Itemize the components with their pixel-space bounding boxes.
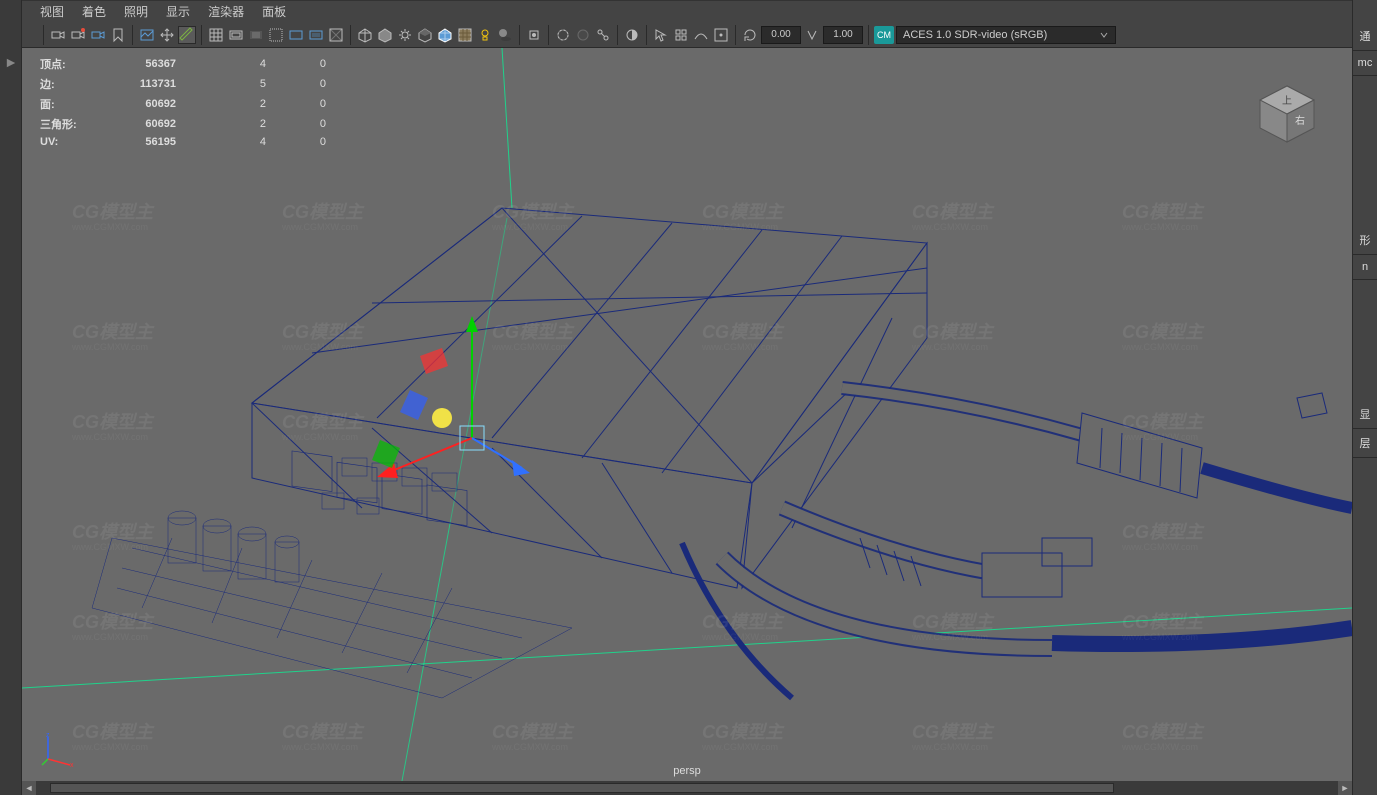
menu-view[interactable]: 视图 — [40, 3, 64, 20]
stat-value: 4 — [176, 134, 266, 150]
left-gutter — [0, 0, 22, 795]
svg-text:上: 上 — [1282, 95, 1292, 107]
isolate-select-icon[interactable] — [525, 26, 543, 44]
stat-value: 0 — [266, 134, 326, 150]
field-chart-icon[interactable] — [267, 26, 285, 44]
stat-value: 0 — [266, 54, 326, 74]
resolution-gate-icon[interactable] — [327, 26, 345, 44]
right-panel: 通 mc 形 n 显 层 — [1352, 0, 1377, 795]
refresh-icon[interactable] — [741, 26, 759, 44]
shape-tab[interactable]: 形 — [1353, 226, 1377, 255]
layer-tab[interactable]: 层 — [1353, 429, 1377, 458]
textured-icon[interactable] — [456, 26, 474, 44]
grid-icon[interactable] — [207, 26, 225, 44]
stat-value: 0 — [266, 114, 326, 134]
horizontal-scrollbar[interactable]: ◄ ► — [22, 781, 1352, 795]
stat-value: 2 — [176, 114, 266, 134]
menu-panels[interactable]: 面板 — [262, 3, 286, 20]
use-lights-icon[interactable] — [476, 26, 494, 44]
stat-label: 顶点: — [40, 54, 96, 74]
svg-text:x: x — [70, 762, 74, 767]
svg-text:右: 右 — [1295, 114, 1305, 127]
snap-point-icon[interactable] — [712, 26, 730, 44]
smooth-shade-icon[interactable] — [376, 26, 394, 44]
image-plane-icon[interactable] — [138, 26, 156, 44]
snap-curve-icon[interactable] — [692, 26, 710, 44]
2d-pan-icon[interactable] — [158, 26, 176, 44]
stat-value: 56195 — [96, 134, 176, 150]
camera-settings-icon[interactable] — [89, 26, 107, 44]
stat-label: 面: — [40, 94, 96, 114]
lock-camera-icon[interactable] — [69, 26, 87, 44]
colorspace-value: ACES 1.0 SDR-video (sRGB) — [903, 29, 1047, 41]
shadows-icon[interactable] — [416, 26, 434, 44]
modeling-tab[interactable]: mc — [1353, 51, 1377, 76]
svg-text:z: z — [46, 732, 50, 739]
scroll-thumb[interactable] — [50, 783, 1114, 793]
stat-value: 2 — [176, 94, 266, 114]
exposure-input[interactable] — [761, 26, 801, 44]
menu-lighting[interactable]: 照明 — [124, 3, 148, 20]
stat-value: 113731 — [96, 74, 176, 94]
wireframe-scene — [22, 48, 1352, 781]
camera-label: persp — [673, 765, 701, 777]
menu-shading[interactable]: 着色 — [82, 3, 106, 20]
channel-tab[interactable]: 通 — [1353, 22, 1377, 51]
color-management-badge[interactable]: CM — [874, 26, 894, 44]
xray-icon[interactable] — [554, 26, 572, 44]
colorspace-dropdown[interactable]: ACES 1.0 SDR-video (sRGB) — [896, 26, 1116, 44]
film-gate-icon[interactable] — [227, 26, 245, 44]
gate-mask-icon[interactable] — [247, 26, 265, 44]
axis-gizmo: z x — [40, 731, 76, 767]
shadows-toggle-icon[interactable] — [496, 26, 514, 44]
xray-joints-icon[interactable] — [594, 26, 612, 44]
viewport[interactable]: 顶点: 56367 4 0 边: 113731 5 0 面: 60692 2 0 三角… — [22, 48, 1352, 781]
display-tab[interactable]: 显 — [1353, 400, 1377, 429]
use-all-lights-icon[interactable] — [396, 26, 414, 44]
poly-count-hud: 顶点: 56367 4 0 边: 113731 5 0 面: 60692 2 0 三角… — [40, 54, 326, 150]
gamma-input[interactable] — [823, 26, 863, 44]
stat-value: 5 — [176, 74, 266, 94]
bookmark-icon[interactable] — [109, 26, 127, 44]
viewport-toolbar: CM ACES 1.0 SDR-video (sRGB) — [0, 22, 1377, 48]
exposure-icon[interactable] — [623, 26, 641, 44]
stat-value: 0 — [266, 74, 326, 94]
select-mode-icon[interactable] — [652, 26, 670, 44]
wireframe-icon[interactable] — [356, 26, 374, 44]
stat-value: 60692 — [96, 94, 176, 114]
select-camera-icon[interactable] — [49, 26, 67, 44]
stat-label: 边: — [40, 74, 96, 94]
viewport-menu-bar: 视图 着色 照明 显示 渲染器 面板 — [0, 0, 1377, 22]
stat-value: 4 — [176, 54, 266, 74]
node-tab[interactable]: n — [1353, 255, 1377, 280]
stat-value: 0 — [266, 94, 326, 114]
stat-value: 60692 — [96, 114, 176, 134]
scroll-left-icon[interactable]: ◄ — [22, 781, 36, 795]
safe-action-icon[interactable] — [287, 26, 305, 44]
stat-label: 三角形: — [40, 114, 96, 134]
chevron-down-icon — [1099, 30, 1109, 40]
grease-pencil-icon[interactable] — [178, 26, 196, 44]
expand-left-icon[interactable] — [4, 56, 18, 70]
stat-value: 56367 — [96, 54, 176, 74]
menu-renderer[interactable]: 渲染器 — [208, 3, 244, 20]
stat-label: UV: — [40, 134, 96, 150]
view-cube[interactable]: 上 右 — [1252, 78, 1322, 148]
menu-display[interactable]: 显示 — [166, 3, 190, 20]
snap-grid-icon[interactable] — [672, 26, 690, 44]
safe-title-icon[interactable] — [307, 26, 325, 44]
gamma-icon[interactable] — [803, 26, 821, 44]
wire-on-shaded-icon[interactable] — [436, 26, 454, 44]
scroll-right-icon[interactable]: ► — [1338, 781, 1352, 795]
xray-active-icon[interactable] — [574, 26, 592, 44]
